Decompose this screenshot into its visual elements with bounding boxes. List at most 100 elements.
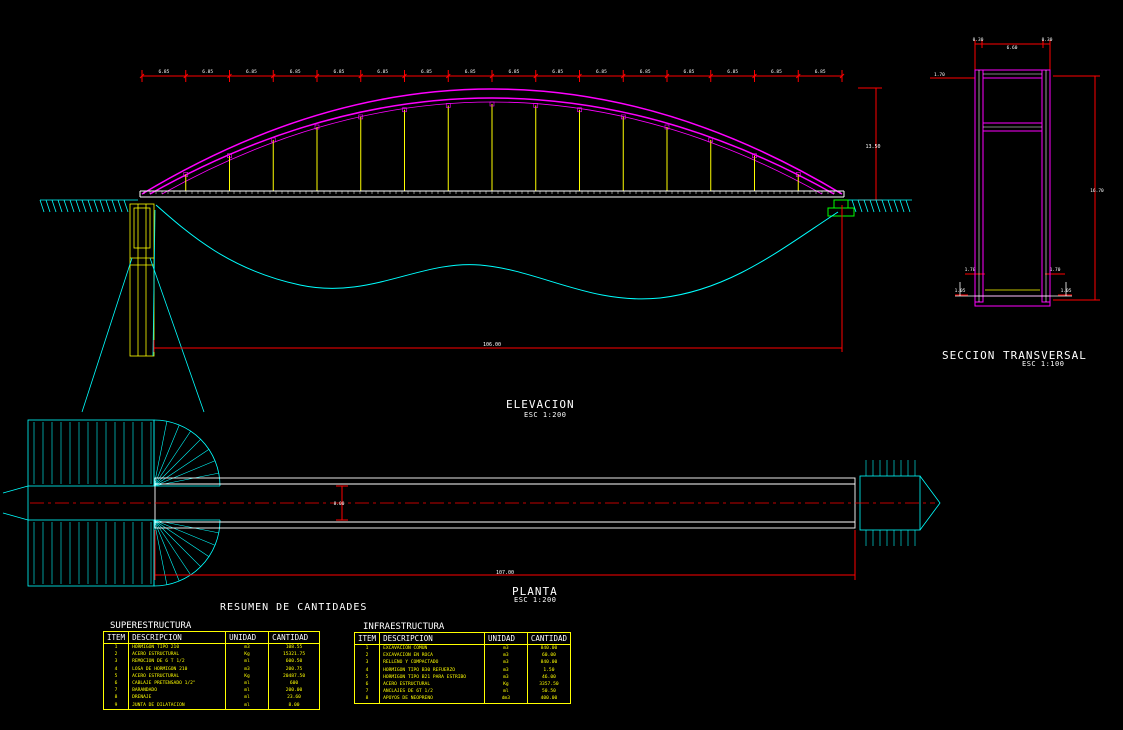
elevation-title: ELEVACION bbox=[506, 398, 575, 411]
table-cell: m3 bbox=[483, 644, 528, 653]
table-cell: ACERO ESTRUCTURAL bbox=[128, 651, 227, 659]
section-height-label: 16.70 bbox=[1090, 188, 1104, 194]
table-row: 5 HORMIGON TIPO B21 PARA ESTRIBO m3 46.00 bbox=[353, 673, 572, 681]
table-cell: 4 bbox=[353, 666, 381, 674]
table-cell: ml bbox=[225, 701, 270, 710]
table-cell: 5 bbox=[353, 673, 381, 681]
span-dimension bbox=[153, 205, 843, 352]
infra-table-title: INFRAESTRUCTURA bbox=[363, 622, 445, 632]
table-cell: 8.00 bbox=[268, 701, 320, 710]
col-descripcion: DESCRIPCION bbox=[379, 632, 485, 645]
plan-view: 8.00 107.00 bbox=[2, 419, 941, 587]
section-label-a3: 1.70 bbox=[1050, 267, 1061, 273]
table-cell: ml bbox=[225, 687, 270, 695]
table-cell: ml bbox=[225, 658, 270, 666]
elevation-scale: ESC 1:200 bbox=[524, 411, 567, 419]
super-quantities-table: ITEM DESCRIPCION UNIDAD CANTIDAD 1 HORMIG… bbox=[102, 631, 320, 710]
panel-dimension-label: 6.85 bbox=[202, 69, 213, 75]
table-cell: 60.00 bbox=[526, 652, 572, 660]
section-deck bbox=[955, 282, 1072, 297]
section-width-label: 6.60 bbox=[1007, 45, 1018, 51]
table-cell: 9 bbox=[102, 701, 130, 710]
section-scale: ESC 1:100 bbox=[1022, 360, 1065, 368]
table-cell: LOSA DE HORMIGON 210 bbox=[128, 665, 227, 673]
right-abutment bbox=[827, 199, 855, 217]
table-row: 4 HORMIGON TIPO B30 REFUERZO m3 1.50 bbox=[353, 666, 572, 674]
cross-section-view: 0.30 6.60 0.30 16.70 1.70 1.70 1.70 1.05… bbox=[930, 37, 1104, 307]
table-cell: 7 bbox=[353, 688, 381, 696]
table-cell: 50.50 bbox=[526, 688, 572, 696]
panel-dimension-label: 6.85 bbox=[377, 69, 388, 75]
table-cell: CABLAJE PRETENSADO 1/2" bbox=[128, 679, 227, 688]
table-cell: 840.00 bbox=[526, 659, 572, 667]
table-row: 7 BARANDADO ml 200.00 bbox=[102, 687, 320, 695]
section-label-a: 1.70 bbox=[934, 72, 945, 78]
table-cell: 1 bbox=[353, 644, 381, 653]
plan-length-label: 107.00 bbox=[496, 570, 514, 576]
panel-dimension-label: 6.85 bbox=[771, 69, 782, 75]
table-cell: HORMIGON TIPO B21 PARA ESTRIBO bbox=[379, 673, 485, 681]
table-cell: RELLENO Y COMPACTADO bbox=[379, 659, 485, 667]
ground-hatch bbox=[39, 199, 911, 213]
table-cell: 840.00 bbox=[526, 644, 572, 653]
table-cell: 20487.50 bbox=[268, 672, 320, 680]
left-pier bbox=[129, 203, 155, 357]
table-row: 1 HORMIGON TIPO 210 m3 108.55 bbox=[102, 643, 320, 652]
table-cell: EXCAVACION COMUN bbox=[379, 644, 485, 653]
table-cell: ANCLAJES DE 6T 1/2 bbox=[379, 688, 485, 696]
panel-dimension-label: 6.85 bbox=[158, 69, 169, 75]
table-cell: DRENAJE bbox=[128, 694, 227, 702]
table-row: 9 JUNTA DE DILATACION ml 8.00 bbox=[102, 701, 320, 710]
table-cell: 6 bbox=[102, 679, 130, 688]
table-cell: ACERO ESTRUCTURAL bbox=[128, 672, 227, 680]
table-row: 2 EXCAVACION EN ROCA m3 60.00 bbox=[353, 652, 572, 660]
table-cell: 1 bbox=[102, 643, 130, 652]
table-row: 8 APOYOS DE NEOPRENO dm3 400.00 bbox=[353, 695, 572, 704]
terrain-profile bbox=[155, 204, 839, 300]
table-row: 6 CABLAJE PRETENSADO 1/2" ml 600 bbox=[102, 679, 320, 688]
table-cell: HORMIGON TIPO B30 REFUERZO bbox=[379, 666, 485, 674]
table-cell: dm3 bbox=[483, 695, 528, 704]
table-cell: 3 bbox=[353, 659, 381, 667]
table-cell: Kg bbox=[483, 680, 528, 689]
table-cell: ACERO ESTRUCTURAL bbox=[379, 680, 485, 689]
col-item: ITEM bbox=[353, 632, 381, 645]
table-cell: 8 bbox=[353, 695, 381, 704]
table-row: 8 DRENAJE ml 23.60 bbox=[102, 694, 320, 702]
panel-dimension-label: 6.85 bbox=[727, 69, 738, 75]
section-edge-right: 0.30 bbox=[1042, 37, 1053, 43]
summary-title: RESUMEN DE CANTIDADES bbox=[220, 602, 368, 613]
arch-height-label: 13.50 bbox=[865, 144, 880, 150]
pier-flare bbox=[81, 209, 205, 413]
panel-dimension-label: 6.85 bbox=[465, 69, 476, 75]
table-cell: 200.00 bbox=[268, 687, 320, 695]
section-frame bbox=[974, 69, 1051, 307]
table-cell: APOYOS DE NEOPRENO bbox=[379, 695, 485, 704]
table-cell: 600.50 bbox=[268, 658, 320, 666]
table-cell: m3 bbox=[225, 643, 270, 652]
table-cell: 2 bbox=[102, 651, 130, 659]
section-label-a2: 1.70 bbox=[965, 267, 976, 273]
section-frame-inner bbox=[978, 70, 1047, 302]
super-table-title: SUPERESTRUCTURA bbox=[110, 621, 192, 631]
table-cell: m3 bbox=[225, 665, 270, 673]
span-label: 106.00 bbox=[483, 342, 501, 348]
plan-width-label: 8.00 bbox=[334, 501, 345, 507]
infra-quantities-table: ITEM DESCRIPCION UNIDAD CANTIDAD 1 EXCAVA… bbox=[353, 632, 572, 704]
table-cell: m3 bbox=[483, 666, 528, 674]
section-dimensions bbox=[930, 40, 1100, 301]
table-row: 4 LOSA DE HORMIGON 210 m3 200.75 bbox=[102, 665, 320, 673]
table-cell: 108.55 bbox=[268, 643, 320, 652]
table-cell: 6 bbox=[353, 680, 381, 689]
col-cantidad: CANTIDAD bbox=[526, 632, 572, 645]
table-cell: 3357.50 bbox=[526, 680, 572, 689]
table-cell: 8 bbox=[102, 694, 130, 702]
table-cell: EXCAVACION EN ROCA bbox=[379, 652, 485, 660]
table-cell: 7 bbox=[102, 687, 130, 695]
table-row: 6 ACERO ESTRUCTURAL Kg 3357.50 bbox=[353, 680, 572, 689]
col-unidad: UNIDAD bbox=[225, 631, 270, 644]
table-cell: 1.50 bbox=[526, 666, 572, 674]
panel-dimension-label: 6.85 bbox=[246, 69, 257, 75]
panel-dimension-label: 6.85 bbox=[508, 69, 519, 75]
panel-dimension-label: 6.85 bbox=[815, 69, 826, 75]
